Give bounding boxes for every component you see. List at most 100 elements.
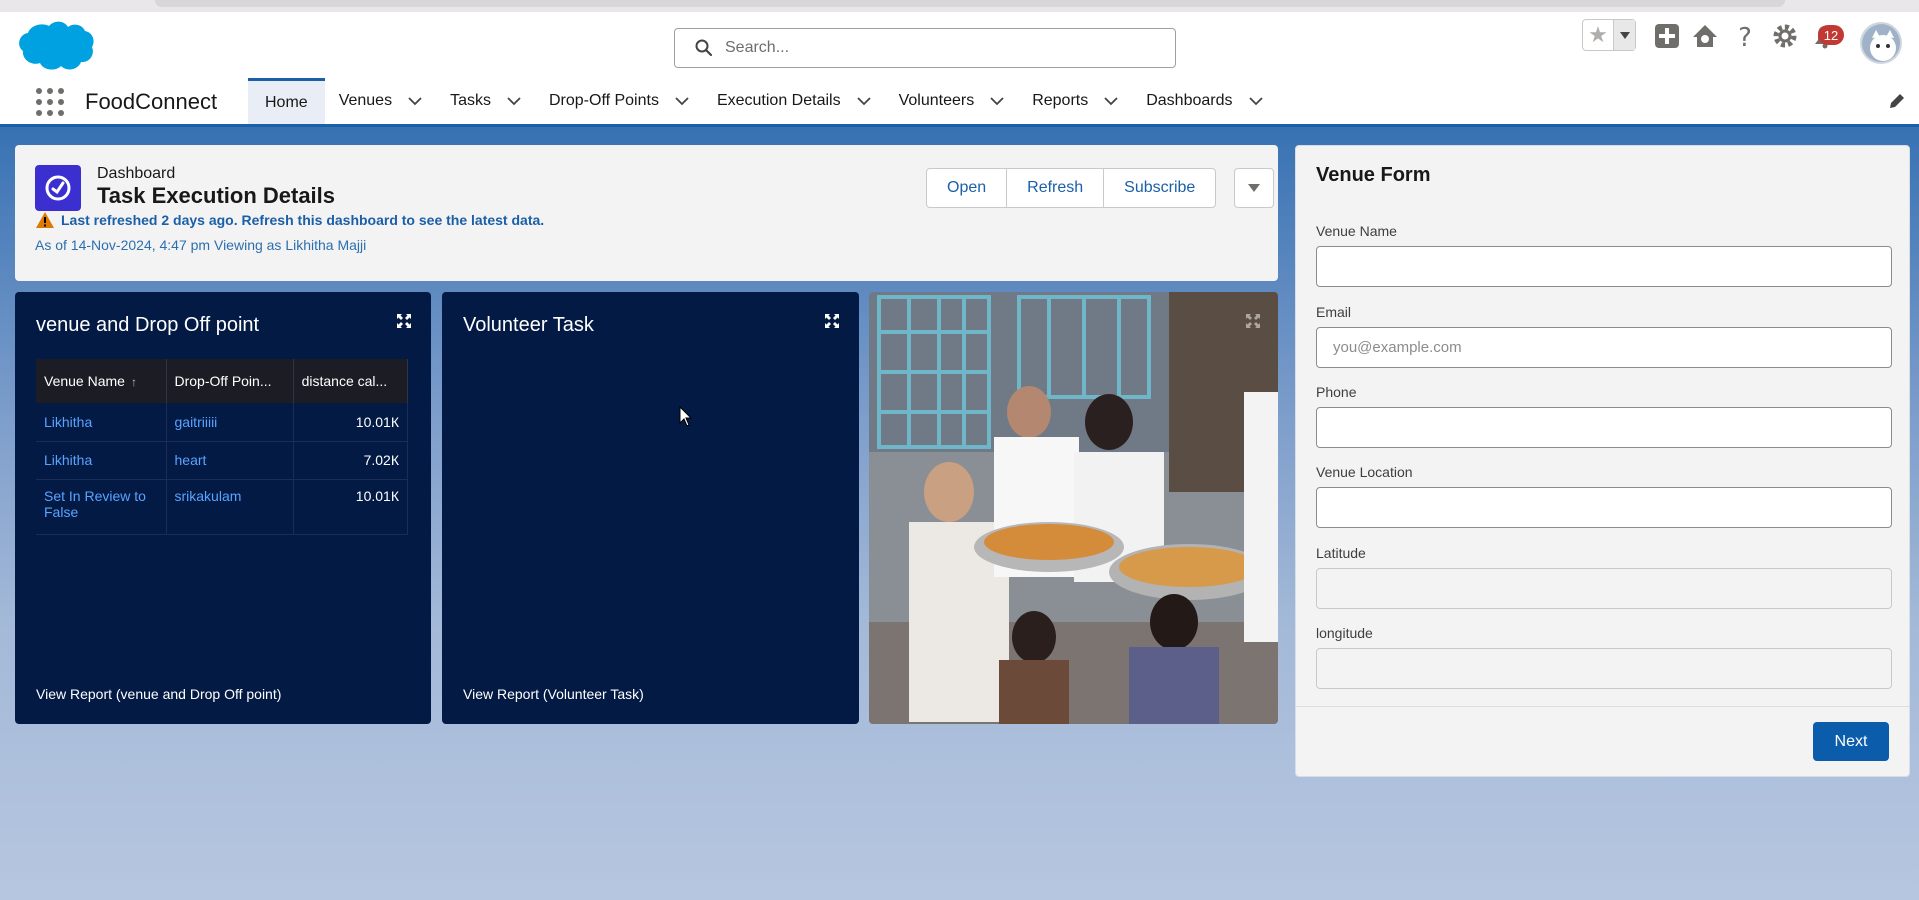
refresh-warning-text: Last refreshed 2 days ago. Refresh this …	[61, 212, 545, 228]
add-icon[interactable]	[1652, 21, 1682, 51]
chevron-down-icon[interactable]	[1248, 96, 1263, 106]
app-nav-bar: FoodConnect Home Venues Tasks Drop-Off Poin…	[0, 78, 1919, 127]
tab-label: Reports	[1032, 92, 1089, 109]
mouse-cursor	[679, 406, 693, 427]
email-label: Email	[1316, 304, 1352, 320]
dashboard-label: Dashboard	[97, 165, 176, 182]
notification-badge: 12	[1818, 25, 1844, 45]
tab-label: Volunteers	[898, 92, 975, 109]
page-title: Task Execution Details	[97, 183, 336, 208]
tab-venues[interactable]: Venues	[325, 78, 436, 124]
column-header[interactable]: distance cal...	[293, 359, 409, 403]
phone-field[interactable]	[1316, 407, 1892, 448]
tab-volunteers[interactable]: Volunteers	[885, 78, 1019, 124]
tab-tasks[interactable]: Tasks	[436, 78, 535, 124]
expand-icon[interactable]	[395, 312, 413, 330]
chevron-down-icon[interactable]	[856, 96, 871, 106]
warning-icon	[36, 212, 54, 228]
venue-location-label: Venue Location	[1316, 464, 1413, 480]
chevron-down-icon[interactable]	[675, 96, 689, 106]
tab-label: Execution Details	[716, 92, 841, 109]
subscribe-button[interactable]: Subscribe	[1104, 169, 1215, 207]
form-footer-divider	[1296, 706, 1909, 707]
view-report-link[interactable]: View Report (Volunteer Task)	[463, 686, 644, 702]
dashboard-more-button[interactable]	[1234, 168, 1274, 208]
browser-strip	[0, 0, 1919, 12]
tab-reports[interactable]: Reports	[1018, 78, 1132, 124]
sort-up-icon: ↑	[130, 375, 137, 389]
dropoff-link[interactable]: gaitriiiii	[166, 403, 294, 442]
venue-form: Venue Form Venue Name Email you@example.…	[1295, 145, 1910, 777]
table-row: Likhitha heart 7.02К	[36, 441, 409, 480]
venue-location-field[interactable]	[1316, 487, 1892, 528]
dashboard-header: Dashboard Task Execution Details Last re…	[15, 145, 1278, 281]
venue-location-group: Venue Location	[1316, 464, 1892, 528]
refresh-button[interactable]: Refresh	[1007, 169, 1105, 207]
view-report-link[interactable]: View Report (venue and Drop Off point)	[36, 686, 281, 702]
tab-label: Drop-Off Points	[548, 92, 659, 109]
tab-label: Home	[265, 93, 308, 111]
longitude-group: longitude	[1316, 625, 1892, 689]
food-distribution-image	[869, 292, 1278, 724]
expand-icon[interactable]	[1244, 312, 1262, 330]
venue-dropoff-table: Venue Name ↑ Drop-Off Poin... distance ca…	[36, 359, 409, 535]
svg-text:?: ?	[1738, 23, 1752, 50]
search-placeholder: Search...	[725, 39, 790, 56]
longitude-field[interactable]	[1316, 648, 1892, 689]
chevron-down-icon[interactable]	[990, 96, 1004, 106]
open-button[interactable]: Open	[927, 169, 1008, 207]
widget-venue-dropoff: venue and Drop Off point Venue Name ↑ Dro…	[15, 292, 431, 724]
venue-name-field[interactable]	[1316, 246, 1892, 287]
chevron-down-icon[interactable]	[408, 96, 422, 106]
tab-drop-off-points[interactable]: Drop-Off Points	[535, 78, 703, 124]
column-header[interactable]: Venue Name ↑	[36, 359, 167, 403]
app-launcher-icon[interactable]	[36, 88, 64, 116]
tab-label: Tasks	[450, 92, 491, 109]
nav-tabs: Home Venues Tasks Drop-Off Points Execution …	[248, 78, 1277, 124]
tab-execution-details[interactable]: Execution Details	[703, 78, 885, 124]
dashboard-gauge-icon	[35, 165, 81, 211]
chevron-down-icon[interactable]	[1613, 20, 1635, 50]
venue-link[interactable]: Likhitha	[36, 441, 167, 480]
email-group: Email you@example.com	[1316, 304, 1892, 368]
venue-name-label: Venue Name	[1316, 223, 1397, 239]
global-search[interactable]: Search...	[674, 28, 1176, 68]
tab-home[interactable]: Home	[248, 78, 325, 124]
chevron-down-icon[interactable]	[507, 96, 521, 106]
next-button[interactable]: Next	[1813, 722, 1889, 761]
table-row: Likhitha gaitriiiii 10.01К	[36, 403, 409, 442]
phone-label: Phone	[1316, 384, 1357, 400]
phone-group: Phone	[1316, 384, 1892, 448]
table-row: Set In Review to False srikakulam 10.01К	[36, 479, 409, 535]
venue-link[interactable]: Set In Review to False	[36, 479, 167, 535]
help-icon[interactable]: ?	[1730, 21, 1760, 51]
trailhead-icon[interactable]	[1690, 21, 1720, 51]
latitude-field[interactable]	[1316, 568, 1892, 609]
venue-link[interactable]: Likhitha	[36, 403, 167, 442]
refresh-warning: Last refreshed 2 days ago. Refresh this …	[35, 211, 544, 229]
browser-tab-strip	[155, 0, 1785, 7]
column-header[interactable]: Drop-Off Poin...	[166, 359, 294, 403]
chevron-down-icon	[1248, 184, 1260, 192]
search-icon	[695, 39, 713, 57]
distance-value: 7.02К	[293, 441, 409, 480]
pencil-icon[interactable]	[1888, 92, 1906, 110]
distance-value: 10.01К	[293, 403, 409, 442]
dropoff-link[interactable]: heart	[166, 441, 294, 480]
dashboard-actions: Open Refresh Subscribe	[926, 168, 1217, 208]
email-field[interactable]: you@example.com	[1316, 327, 1892, 368]
salesforce-cloud-icon[interactable]	[18, 20, 94, 72]
tab-dashboards[interactable]: Dashboards	[1132, 78, 1276, 124]
avatar[interactable]	[1860, 22, 1902, 64]
venue-name-group: Venue Name	[1316, 223, 1892, 287]
distance-value: 10.01К	[293, 479, 409, 535]
favorites-group[interactable]: ★	[1582, 19, 1636, 51]
longitude-label: longitude	[1316, 625, 1373, 641]
gear-icon[interactable]	[1770, 21, 1800, 51]
chevron-down-icon[interactable]	[1104, 96, 1118, 106]
star-icon[interactable]: ★	[1583, 20, 1613, 50]
table-header-row: Venue Name ↑ Drop-Off Poin... distance ca…	[36, 359, 409, 403]
dropoff-link[interactable]: srikakulam	[166, 479, 294, 535]
app-name: FoodConnect	[85, 89, 218, 114]
expand-icon[interactable]	[823, 312, 841, 330]
